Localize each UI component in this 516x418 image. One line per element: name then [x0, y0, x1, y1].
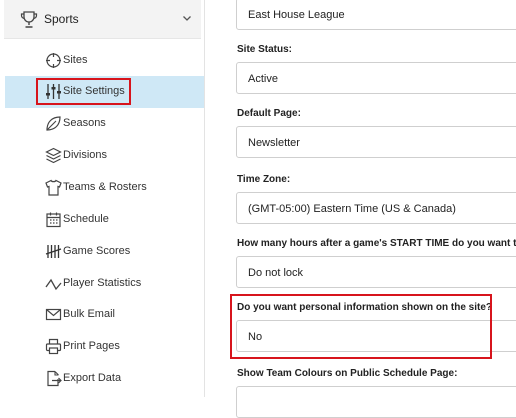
- lock-hours-label: How many hours after a game's START TIME…: [237, 238, 516, 249]
- printer-icon: [45, 338, 62, 355]
- team-colours-label: Show Team Colours on Public Schedule Pag…: [237, 368, 458, 379]
- sidebar-item-divisions[interactable]: Divisions: [5, 140, 204, 172]
- site-status-label: Site Status:: [237, 44, 293, 55]
- envelope-icon: [45, 306, 62, 323]
- sidebar-item-label: Divisions: [63, 149, 108, 161]
- site-settings-form: East House League Site Status: Active De…: [205, 0, 516, 418]
- sidebar-item-label: Print Pages: [63, 340, 120, 352]
- crosshair-icon: [45, 52, 62, 69]
- leaf-icon: [45, 115, 62, 132]
- default-page-label: Default Page:: [237, 108, 301, 119]
- tally-icon: [45, 243, 62, 260]
- chevron-down-icon[interactable]: [182, 14, 192, 22]
- time-zone-select[interactable]: (GMT-05:00) Eastern Time (US & Canada): [236, 192, 516, 224]
- calendar-icon: [45, 211, 62, 228]
- sports-section-header[interactable]: Sports: [4, 0, 201, 39]
- sidebar: Sports Sites Site Settings Seasons Divis…: [0, 0, 205, 397]
- site-status-select[interactable]: Active: [236, 62, 516, 94]
- personal-info-select[interactable]: No: [236, 320, 516, 352]
- personal-info-label: Do you want personal information shown o…: [237, 302, 493, 313]
- sidebar-item-label: Bulk Email: [63, 308, 115, 320]
- layers-icon: [45, 147, 62, 164]
- sidebar-item-player-statistics[interactable]: Player Statistics: [5, 268, 204, 300]
- sidebar-item-label: Game Scores: [63, 245, 131, 257]
- sports-label: Sports: [44, 12, 79, 26]
- export-icon: [45, 370, 62, 387]
- sidebar-item-label: Export Data: [63, 372, 122, 384]
- sidebar-item-label: Schedule: [63, 213, 109, 225]
- trophy-icon: [20, 11, 38, 28]
- lock-hours-select[interactable]: Do not lock: [236, 256, 516, 288]
- sidebar-item-sites[interactable]: Sites: [5, 45, 204, 77]
- time-zone-label: Time Zone:: [237, 174, 291, 185]
- sidebar-item-bulk-email[interactable]: Bulk Email: [5, 299, 204, 331]
- site-name-field[interactable]: East House League: [236, 0, 516, 30]
- sidebar-item-label: Player Statistics: [63, 277, 142, 289]
- sidebar-item-game-scores[interactable]: Game Scores: [5, 236, 204, 268]
- sidebar-item-label: Site Settings: [63, 85, 125, 97]
- jersey-icon: [45, 179, 62, 196]
- sidebar-item-schedule[interactable]: Schedule: [5, 204, 204, 236]
- sidebar-item-label: Teams & Rosters: [63, 181, 147, 193]
- team-colours-select[interactable]: [236, 386, 516, 418]
- sidebar-item-teams-rosters[interactable]: Teams & Rosters: [5, 172, 204, 204]
- line-chart-icon: [45, 275, 62, 292]
- sidebar-item-site-settings[interactable]: Site Settings: [5, 76, 204, 108]
- sidebar-item-seasons[interactable]: Seasons: [5, 108, 204, 140]
- sliders-icon: [45, 83, 62, 100]
- sidebar-item-label: Sites: [63, 54, 88, 66]
- sidebar-item-export-data[interactable]: Export Data: [5, 363, 204, 395]
- sidebar-item-print-pages[interactable]: Print Pages: [5, 331, 204, 363]
- default-page-select[interactable]: Newsletter: [236, 126, 516, 158]
- sidebar-item-label: Seasons: [63, 117, 106, 129]
